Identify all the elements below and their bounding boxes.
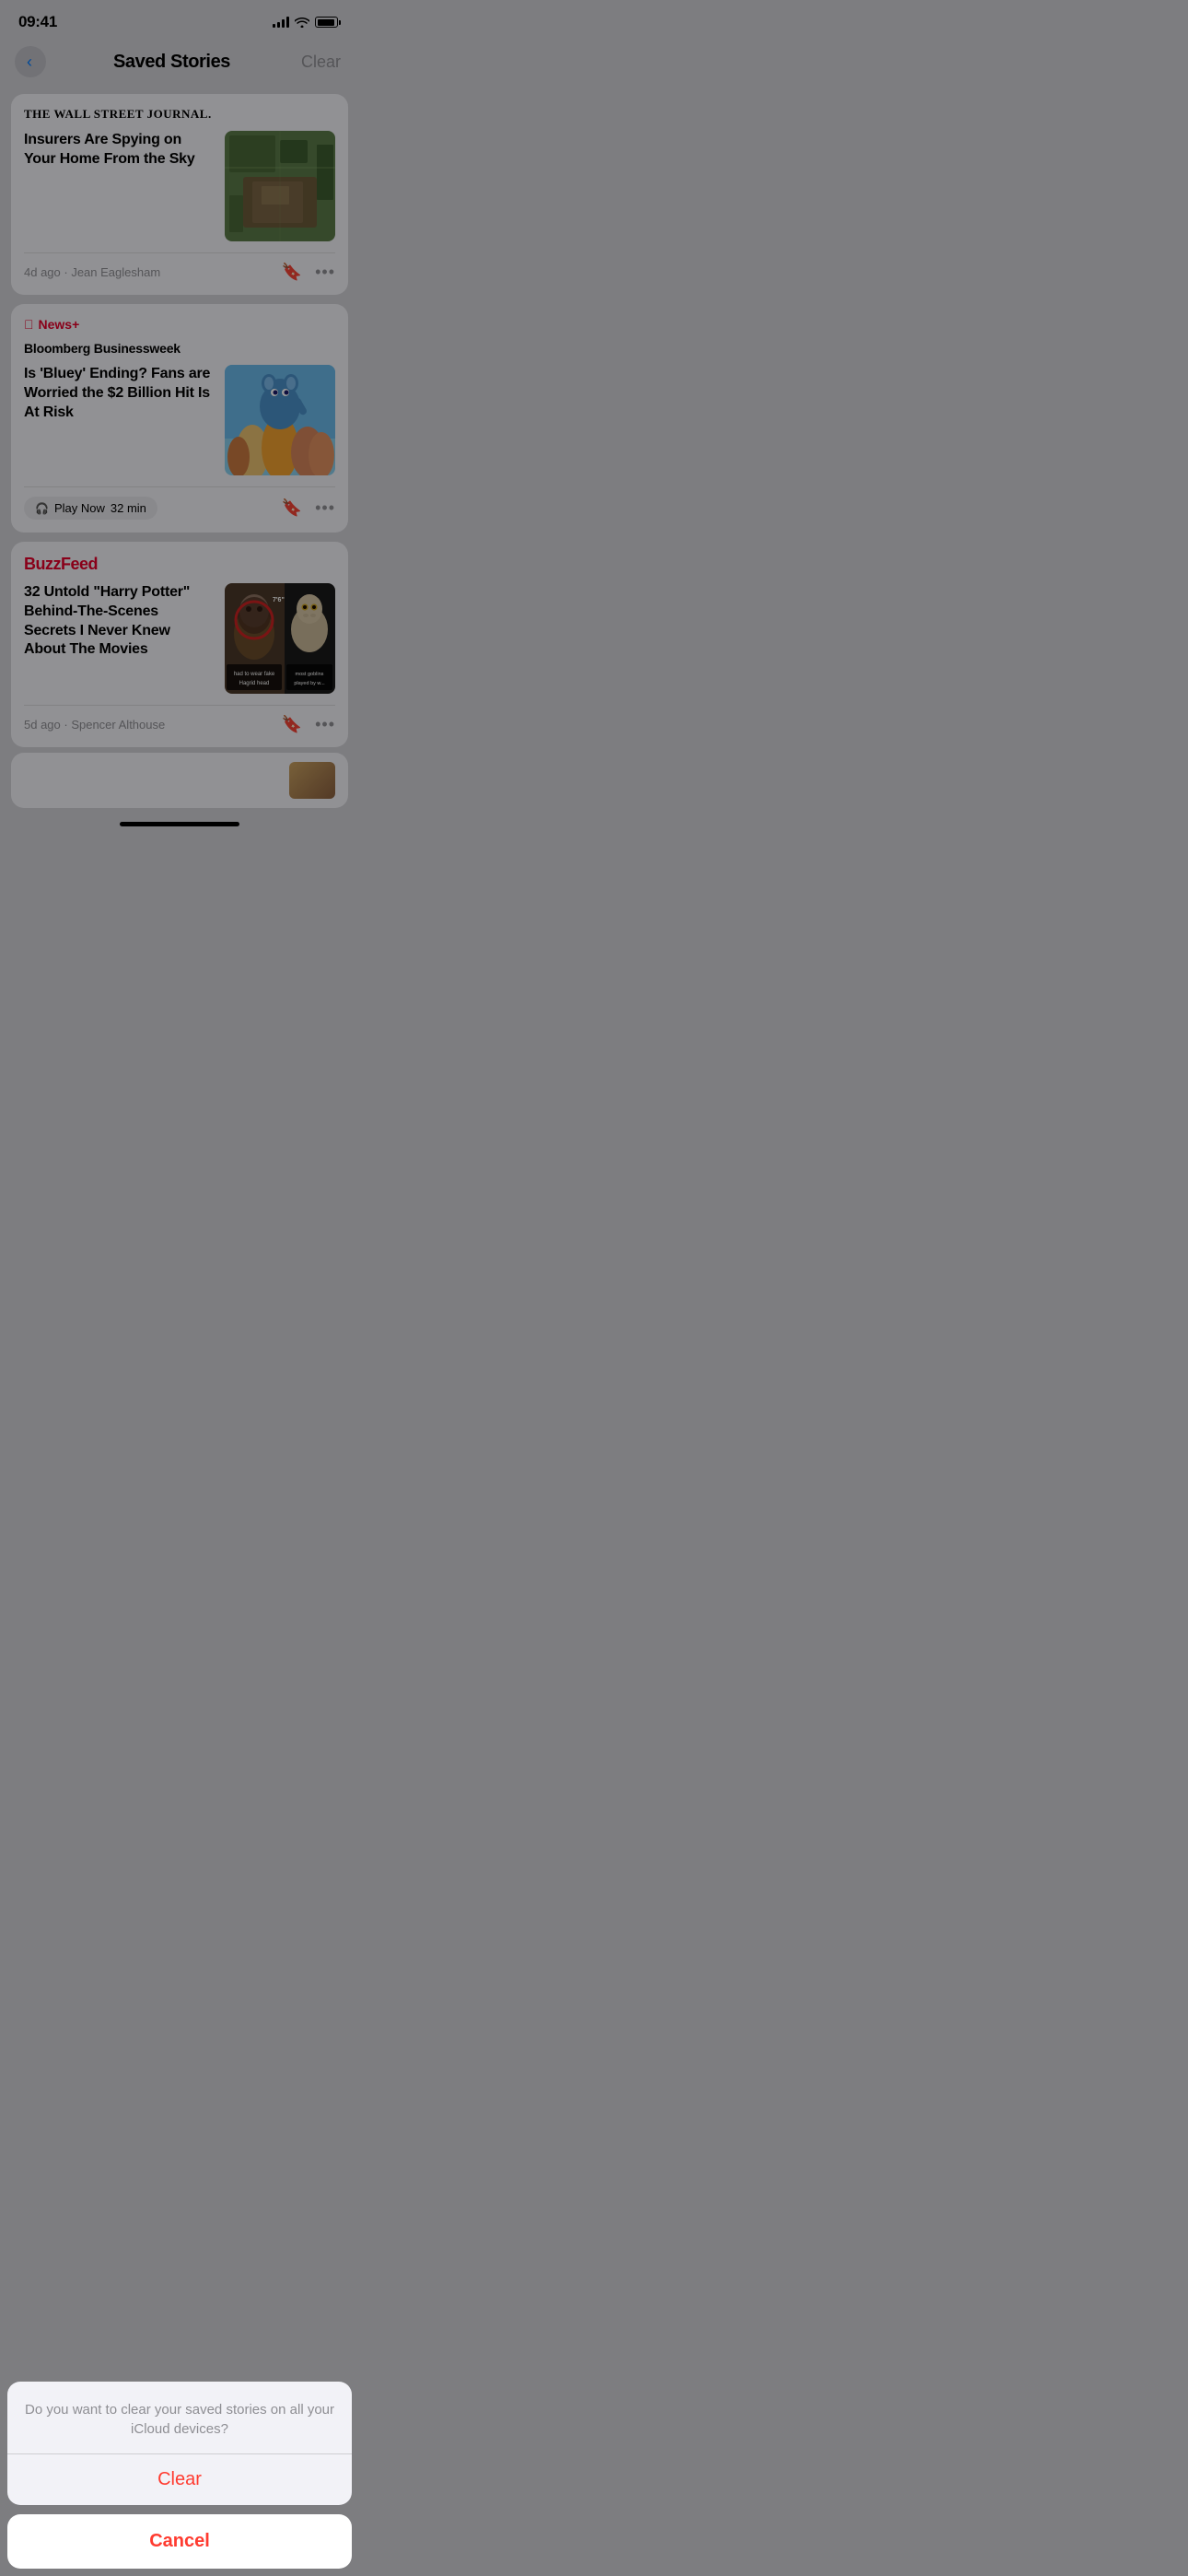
action-sheet-message: Do you want to clear your saved stories … [7, 2382, 352, 2454]
action-sheet-main: Do you want to clear your saved stories … [7, 2382, 352, 2505]
action-sheet-container: Do you want to clear your saved stories … [0, 2382, 359, 2576]
action-sheet-overlay [0, 0, 1188, 2576]
action-sheet-cancel-button[interactable]: Cancel [7, 2514, 352, 2569]
action-sheet-clear-button[interactable]: Clear [7, 2454, 352, 2505]
